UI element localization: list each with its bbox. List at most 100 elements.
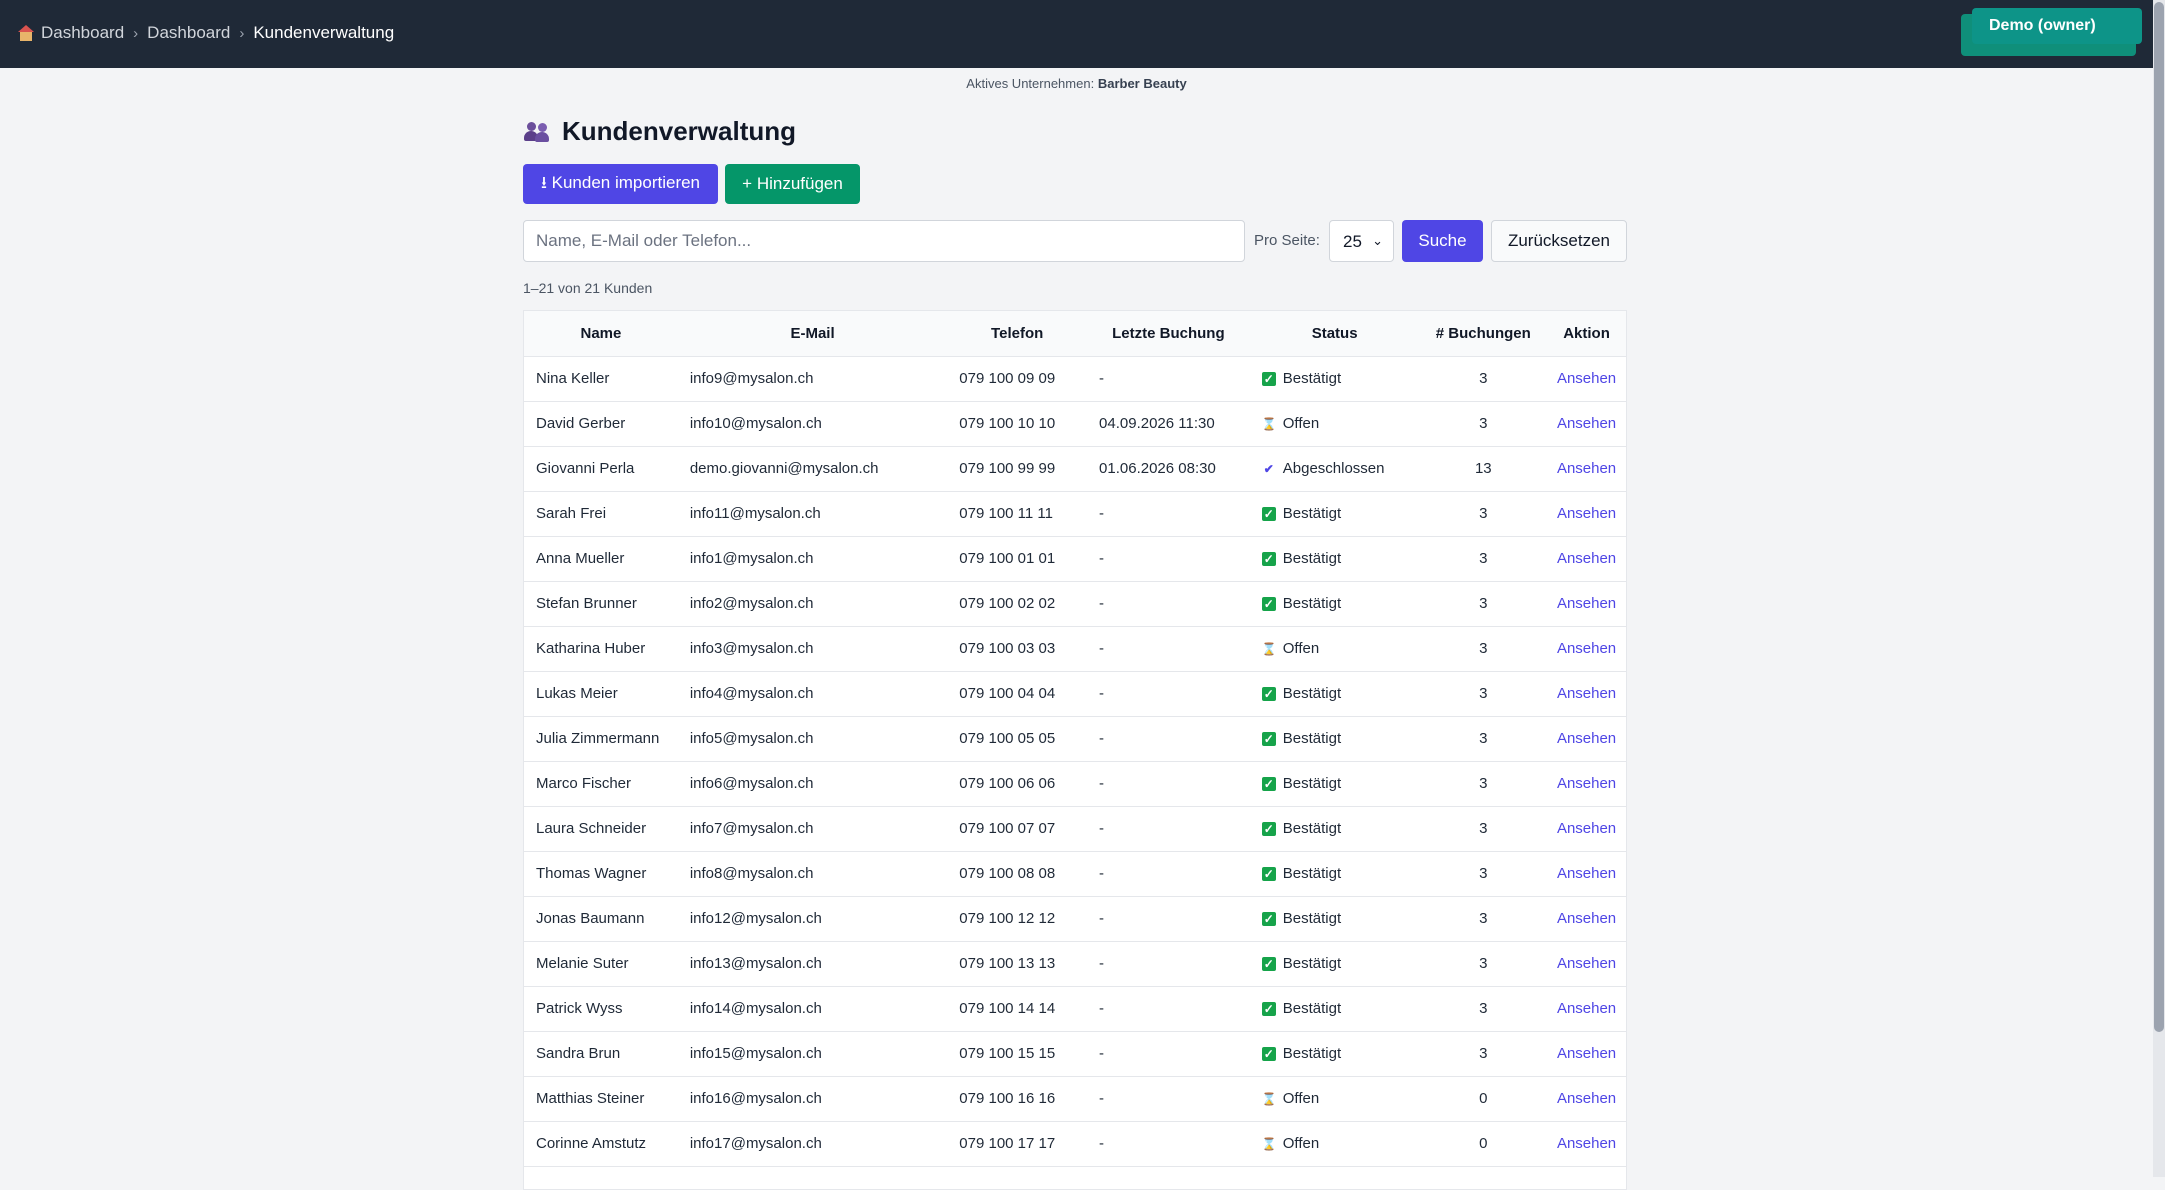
breadcrumb-home-link[interactable]: Dashboard [41,23,124,43]
cell-booking-count: 3 [1479,370,1488,387]
cell-action: Ansehen [1547,896,1626,941]
cell-phone: 079 100 16 16 [959,1090,1056,1107]
cell-email: info5@mysalon.ch [689,730,814,747]
table-header-row: Name E-Mail Telefon Letzte Buchung Statu… [524,311,1626,357]
cell-email: info13@mysalon.ch [689,955,822,972]
cell-action: Ansehen [1547,1121,1626,1166]
view-customer-link[interactable]: Ansehen [1557,865,1616,882]
cell-email: info12@mysalon.ch [689,910,822,927]
cell-last-booking: - [1099,955,1105,972]
column-header-status[interactable]: Status [1249,311,1420,357]
status-text: Bestätigt [1282,955,1342,973]
view-customer-link[interactable]: Ansehen [1557,685,1616,702]
column-header-action: Aktion [1547,311,1626,357]
cell-name: Julia Zimmermann [536,730,660,747]
import-customers-button[interactable]: ⭳ Kunden importieren [523,164,718,204]
status-text: Abgeschlossen [1282,460,1385,478]
cell-booking-count: 13 [1474,460,1492,477]
cell-status: ✓ Bestätigt [1250,986,1420,1031]
view-customer-link[interactable]: Ansehen [1557,640,1616,657]
table-row: Sarah Frei info11@mysalon.ch 079 100 11 11… [524,491,1626,536]
cell-action: Ansehen [1547,671,1626,716]
search-button[interactable]: Suche [1402,220,1483,262]
cell-phone: 079 100 05 05 [959,730,1056,747]
check-icon: ✔ [1263,461,1274,476]
cell-name: David Gerber [536,415,626,432]
cell-status: ✓ Bestätigt [1250,581,1420,626]
reset-button[interactable]: Zurücksetzen [1491,220,1627,262]
view-customer-link[interactable]: Ansehen [1557,460,1616,477]
search-input[interactable] [523,220,1245,262]
check-box-icon: ✓ [1261,1001,1276,1016]
cell-name: Matthias Steiner [536,1090,645,1107]
cell-last-booking: - [1099,505,1105,522]
cell-booking-count: 3 [1479,730,1488,747]
view-customer-link[interactable]: Ansehen [1557,730,1616,747]
cell-last-booking: - [1099,1090,1105,1107]
cell-action: Ansehen [1547,806,1626,851]
breadcrumb: Dashboard › Dashboard › Kundenverwaltung [18,23,394,43]
scrollbar-thumb[interactable] [2154,2,2164,1032]
view-customer-link[interactable]: Ansehen [1557,1090,1616,1107]
per-page-label: Pro Seite: [1254,232,1320,249]
status-text: Bestätigt [1282,505,1342,523]
cell-phone: 079 100 06 06 [959,775,1056,792]
view-customer-link[interactable]: Ansehen [1557,1000,1616,1017]
column-header-name[interactable]: Name [524,311,678,357]
cell-phone: 079 100 10 10 [959,415,1056,432]
cell-last-booking: - [1099,1000,1105,1017]
cell-booking-count: 3 [1479,640,1488,657]
status-text: Offen [1282,1090,1320,1108]
view-customer-link[interactable]: Ansehen [1557,820,1616,837]
cell-status: ✓ Bestätigt [1250,896,1420,941]
breadcrumb-dashboard-link[interactable]: Dashboard [147,23,230,43]
cell-action: Ansehen [1547,401,1626,446]
cell-action: Ansehen [1547,986,1626,1031]
hourglass-icon: ⌛ [1261,416,1277,431]
cell-email: info6@mysalon.ch [689,775,814,792]
result-count: 1–21 von 21 Kunden [523,280,653,296]
cell-status: ✓ Bestätigt [1250,851,1420,896]
cell-last-booking: - [1099,595,1105,612]
status-badge: ⌛ Offen [1262,1135,1319,1152]
cell-phone: 079 100 14 14 [959,1000,1056,1017]
cell-email: info2@mysalon.ch [689,595,814,612]
status-badge: ⌛ Offen [1262,415,1319,432]
status-badge: ✓ Bestätigt [1261,730,1341,747]
cell-last-booking: - [1099,685,1105,702]
column-header-phone[interactable]: Telefon [947,311,1088,357]
view-customer-link[interactable]: Ansehen [1557,370,1616,387]
view-customer-link[interactable]: Ansehen [1557,505,1616,522]
cell-booking-count: 3 [1479,955,1488,972]
per-page-select[interactable]: 25 ⌄ [1329,220,1394,262]
check-box-icon: ✓ [1261,866,1276,881]
column-header-last-booking[interactable]: Letzte Buchung [1087,311,1250,357]
view-customer-link[interactable]: Ansehen [1557,910,1616,927]
cell-action: Ansehen [1547,761,1626,806]
view-customer-link[interactable]: Ansehen [1557,550,1616,567]
view-customer-link[interactable]: Ansehen [1557,955,1616,972]
table-row: Stefan Brunner info2@mysalon.ch 079 100 02… [524,581,1626,626]
cell-last-booking: - [1099,640,1105,657]
view-customer-link[interactable]: Ansehen [1557,1135,1616,1152]
column-header-email[interactable]: E-Mail [677,311,948,357]
cell-status: ⌛ Offen [1250,1076,1420,1121]
cell-name: Sarah Frei [536,505,607,522]
cell-booking-count: 3 [1479,910,1488,927]
cell-status: ✔ Abgeschlossen [1250,446,1420,491]
status-text: Bestätigt [1282,685,1342,703]
status-badge: ✓ Bestätigt [1261,550,1341,567]
add-customer-button[interactable]: + Hinzufügen [725,164,860,204]
cell-action: Ansehen [1547,356,1626,401]
view-customer-link[interactable]: Ansehen [1557,595,1616,612]
view-customer-link[interactable]: Ansehen [1557,775,1616,792]
status-badge: ✓ Bestätigt [1261,910,1341,927]
cell-phone: 079 100 11 11 [959,505,1053,522]
cell-action: Ansehen [1547,941,1626,986]
column-header-booking-count[interactable]: # Buchungen [1419,311,1548,357]
cell-booking-count: 3 [1479,415,1488,432]
user-menu-button[interactable]: Demo (owner) [1972,8,2142,44]
view-customer-link[interactable]: Ansehen [1557,1045,1616,1062]
cell-email: info14@mysalon.ch [689,1000,822,1017]
view-customer-link[interactable]: Ansehen [1557,415,1616,432]
